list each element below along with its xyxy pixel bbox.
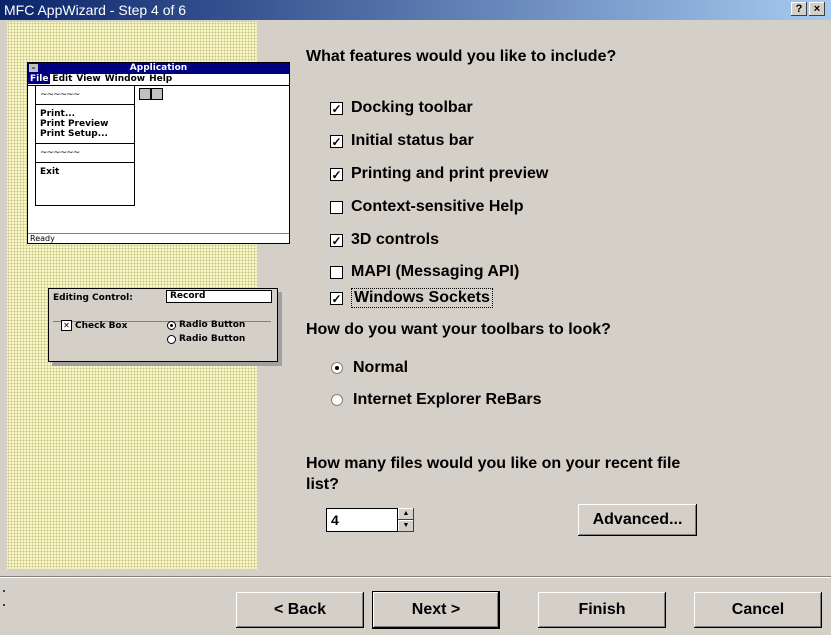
recent-files-input[interactable]: 4 [326, 508, 398, 532]
title-bar: MFC AppWizard - Step 4 of 6 ? × [0, 0, 831, 20]
preview-dropdown-item: Print Preview [40, 119, 109, 129]
radio-normal[interactable]: Normal [331, 359, 408, 377]
checkbox-label: Windows Sockets [351, 288, 493, 308]
radio-icon [331, 362, 343, 374]
checkbox-icon: ✓ [330, 101, 343, 116]
preview-menu-help: Help [149, 74, 173, 84]
checkbox-icon: ✓ [330, 134, 343, 149]
checkbox-docking-toolbar[interactable]: ✓ Docking toolbar [330, 99, 473, 117]
checkbox-initial-status-bar[interactable]: ✓ Initial status bar [330, 132, 474, 150]
preview-radio-label: Radio Button [179, 320, 246, 330]
preview-checkbox-label: Check Box [75, 320, 128, 331]
spin-down-icon[interactable]: ▼ [398, 520, 414, 532]
checkbox-icon: ✓ [330, 233, 343, 248]
preview-controls-panel: Editing Control: Record ✕ Check Box Radi… [48, 288, 278, 362]
checkbox-3d-controls[interactable]: ✓ 3D controls [330, 231, 439, 249]
preview-title-bar: – Application [28, 63, 289, 74]
preview-dropdown-item: Print... [40, 109, 76, 119]
preview-app-window: – Application File Edit View Window Help ~~~… [27, 62, 290, 244]
preview-dropdown-item: ~~~~~~ [40, 90, 80, 100]
preview-separator [36, 104, 134, 105]
checkbox-mapi[interactable]: MAPI (Messaging API) [330, 263, 519, 281]
back-button[interactable]: < Back [236, 592, 364, 628]
checkbox-windows-sockets[interactable]: ✓ Windows Sockets [330, 288, 493, 308]
checkbox-label: Printing and print preview [351, 165, 549, 182]
checkbox-label: Initial status bar [351, 132, 474, 149]
cancel-button[interactable]: Cancel [694, 592, 822, 628]
recent-files-spinner[interactable]: 4 ▲ ▼ [326, 508, 414, 532]
checkbox-icon [330, 200, 343, 214]
checkbox-printing-preview[interactable]: ✓ Printing and print preview [330, 165, 548, 183]
finish-button[interactable]: Finish [538, 592, 666, 628]
radio-rebars[interactable]: Internet Explorer ReBars [331, 391, 542, 409]
radio-icon [167, 320, 176, 330]
preview-editing-field: Record [166, 290, 272, 303]
checkbox-label: MAPI (Messaging API) [351, 263, 520, 280]
radio-icon [331, 394, 343, 406]
checkbox-label: 3D controls [351, 231, 440, 248]
checkbox-icon: ✓ [330, 291, 343, 306]
preview-dropdown-item: Exit [40, 167, 60, 177]
preview-menu-view: View [76, 74, 101, 84]
radio-label: Internet Explorer ReBars [353, 391, 542, 408]
checkbox-icon: ✓ [330, 167, 343, 182]
preview-radio: Radio Button [167, 334, 245, 344]
preview-separator [36, 162, 134, 163]
checkbox-context-help[interactable]: Context-sensitive Help [330, 198, 523, 216]
help-button[interactable]: ? [791, 2, 807, 16]
preview-status-bar: Ready [28, 233, 289, 243]
preview-menu-file: File [28, 74, 51, 84]
close-button[interactable]: × [809, 2, 825, 16]
edge-mark [3, 590, 5, 592]
features-heading: What features would you like to include? [306, 48, 617, 65]
preview-system-menu-icon: – [29, 64, 38, 72]
preview-toolbar-button [139, 88, 151, 100]
preview-menubar: File Edit View Window Help [28, 74, 289, 86]
preview-toolbar-button [151, 88, 163, 100]
preview-app-title: Application [129, 63, 188, 73]
radio-label: Normal [353, 359, 409, 376]
checkbox-icon [330, 265, 343, 279]
preview-menu-edit: Edit [52, 74, 73, 84]
next-button[interactable]: Next > [372, 591, 500, 629]
preview-file-dropdown: ~~~~~~ Print... Print Preview Print Setu… [35, 86, 135, 206]
window-title: MFC AppWizard - Step 4 of 6 [4, 2, 187, 18]
checkbox-label: Context-sensitive Help [351, 198, 524, 215]
radio-icon [167, 334, 176, 344]
bottom-separator [0, 576, 831, 578]
checkbox-label: Docking toolbar [351, 99, 473, 116]
recent-files-heading: How many files would you like on your re… [306, 455, 681, 472]
preview-separator [36, 143, 134, 144]
preview-radio-label: Radio Button [179, 334, 246, 344]
recent-files-heading-cont: list? [306, 476, 339, 493]
preview-checkbox: ✕ Check Box [61, 320, 127, 331]
spin-up-icon[interactable]: ▲ [398, 508, 414, 520]
checkmark-icon: ✕ [61, 320, 72, 331]
toolbars-heading: How do you want your toolbars to look? [306, 321, 611, 338]
preview-editing-label: Editing Control: [53, 293, 133, 303]
advanced-button[interactable]: Advanced... [578, 504, 697, 536]
edge-mark [3, 604, 5, 606]
preview-dropdown-item: ~~~~~~ [40, 148, 80, 158]
preview-radio: Radio Button [167, 320, 245, 330]
preview-menu-window: Window [104, 74, 146, 84]
preview-dropdown-item: Print Setup... [40, 129, 108, 139]
